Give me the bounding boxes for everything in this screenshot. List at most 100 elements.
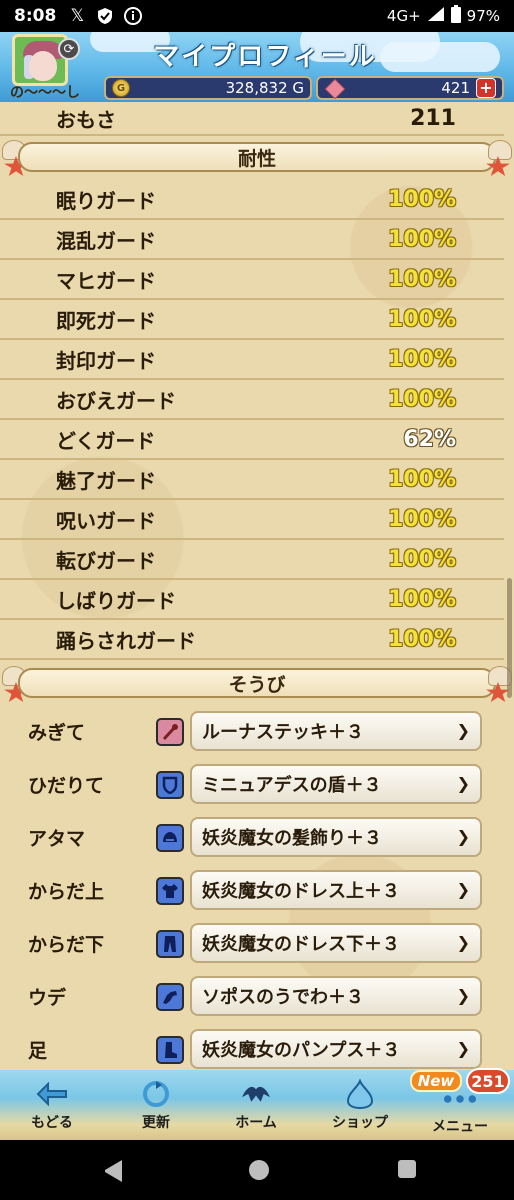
bottom-nav: もどる 更新 ホーム ショップ メニュー New 251 — [0, 1068, 514, 1140]
add-gems-button[interactable]: + — [476, 78, 496, 98]
nav-label: メニュー — [432, 1119, 488, 1135]
resistance-row: 混乱ガード 100% — [0, 220, 504, 260]
weight-row: おもさ 211 — [0, 102, 504, 136]
equipment-row: 足 妖炎魔女のパンプス＋３ ❯ — [0, 1024, 514, 1070]
nav-home[interactable]: ホーム — [206, 1078, 306, 1136]
refresh-icon — [139, 1078, 173, 1110]
equipment-slot-label: ひだりて — [28, 775, 105, 797]
resistance-row: 眠りガード 100% — [0, 180, 504, 220]
network-type: 4G+ — [386, 7, 421, 25]
chevron-right-icon: ❯ — [456, 827, 470, 846]
resistance-value: 100% — [388, 466, 456, 492]
notification-count-badge: 251 — [466, 1068, 510, 1094]
equipment-item-button[interactable]: 妖炎魔女のパンプス＋３ ❯ — [190, 1029, 482, 1069]
equipment-slot-label: みぎて — [28, 722, 86, 744]
new-badge: New — [410, 1070, 462, 1092]
resistance-row: どくガード 62% — [0, 420, 504, 460]
equipment-item-name: 妖炎魔女のドレス下＋３ — [202, 934, 400, 955]
equipment-slot-label: ウデ — [28, 987, 67, 1009]
equipment-section-header: そうび — [0, 662, 514, 704]
resistance-row: 呪いガード 100% — [0, 500, 504, 540]
resistance-row: 封印ガード 100% — [0, 340, 504, 380]
nav-shop[interactable]: ショップ — [310, 1078, 410, 1136]
resistance-value: 100% — [388, 306, 456, 332]
sync-icon[interactable]: ⟳ — [58, 38, 80, 60]
battery-level: 97% — [466, 7, 500, 25]
equipment-item-button[interactable]: 妖炎魔女のドレス下＋３ ❯ — [190, 923, 482, 963]
chevron-right-icon: ❯ — [456, 721, 470, 740]
resistance-label: 踊らされガード — [56, 628, 196, 653]
gold-value: 328,832 G — [225, 79, 304, 97]
equipment-item-button[interactable]: ミニュアデスの盾＋３ ❯ — [190, 764, 482, 804]
resistance-value: 100% — [388, 626, 456, 652]
system-recents-icon[interactable] — [398, 1160, 416, 1178]
resistance-row: 転びガード 100% — [0, 540, 504, 580]
resistance-label: おびえガード — [56, 388, 176, 413]
resistance-label: 転びガード — [56, 548, 156, 573]
chevron-right-icon: ❯ — [456, 774, 470, 793]
resistance-title: 耐性 — [18, 142, 496, 172]
resistance-value: 62% — [403, 426, 456, 452]
equipment-row: からだ下 妖炎魔女のドレス下＋３ ❯ — [0, 918, 514, 970]
back-arrow-icon — [35, 1078, 69, 1110]
resistance-label: しばりガード — [56, 588, 176, 613]
equipment-item-button[interactable]: 妖炎魔女の髪飾り＋３ ❯ — [190, 817, 482, 857]
equipment-slot-label: からだ上 — [28, 881, 105, 903]
nav-label: ホーム — [235, 1115, 277, 1131]
info-icon — [122, 5, 144, 27]
resistance-label: 魅了ガード — [56, 468, 156, 493]
equipment-item-name: 妖炎魔女の髪飾り＋３ — [202, 828, 382, 849]
pants-icon — [156, 930, 184, 958]
equipment-item-button[interactable]: ルーナステッキ＋３ ❯ — [190, 711, 482, 751]
boot-icon — [156, 1036, 184, 1064]
x-app-icon: 𝕏 — [70, 6, 85, 26]
nav-label: 更新 — [142, 1115, 170, 1131]
resistance-value: 100% — [388, 546, 456, 572]
weight-value: 211 — [410, 105, 456, 131]
nav-label: もどる — [31, 1115, 73, 1131]
resistance-value: 100% — [388, 386, 456, 412]
resistance-value: 100% — [388, 506, 456, 532]
profile-content[interactable]: おもさ 211 耐性 眠りガード 100% 混乱ガード 100% マヒガード 1… — [0, 102, 514, 1070]
resistance-row: 魅了ガード 100% — [0, 460, 504, 500]
resistance-value: 100% — [388, 226, 456, 252]
system-home-icon[interactable] — [249, 1160, 269, 1180]
chevron-right-icon: ❯ — [456, 933, 470, 952]
resistance-row: 即死ガード 100% — [0, 300, 504, 340]
nav-back[interactable]: もどる — [2, 1078, 102, 1136]
resistance-label: 即死ガード — [56, 308, 156, 333]
resistance-label: 眠りガード — [56, 188, 156, 213]
resistance-label: 封印ガード — [56, 348, 156, 373]
signal-icon — [427, 6, 445, 26]
gem-icon — [324, 80, 344, 96]
equipment-item-button[interactable]: 妖炎魔女のドレス上＋３ ❯ — [190, 870, 482, 910]
equipment-item-name: ルーナステッキ＋３ — [202, 722, 364, 743]
resistance-row: マヒガード 100% — [0, 260, 504, 300]
resistance-row: おびえガード 100% — [0, 380, 504, 420]
shield-icon — [156, 771, 184, 799]
shirt-icon — [156, 877, 184, 905]
equipment-slot-label: からだ下 — [28, 934, 105, 956]
resistance-value: 100% — [388, 586, 456, 612]
resistance-row: 踊らされガード 100% — [0, 620, 504, 660]
chevron-right-icon: ❯ — [456, 1039, 470, 1058]
page-title: マイプロフィール — [153, 42, 377, 72]
system-nav-bar — [0, 1140, 514, 1200]
equipment-item-button[interactable]: ソポスのうでわ＋３ ❯ — [190, 976, 482, 1016]
resistance-label: マヒガード — [56, 268, 156, 293]
scrollbar[interactable] — [507, 578, 512, 698]
resistance-label: 呪いガード — [56, 508, 156, 533]
equipment-row: みぎて ルーナステッキ＋３ ❯ — [0, 706, 514, 758]
system-back-icon[interactable] — [100, 1160, 122, 1182]
equipment-row: アタマ 妖炎魔女の髪飾り＋３ ❯ — [0, 812, 514, 864]
shield-check-icon — [94, 5, 116, 27]
home-dragon-icon — [239, 1078, 273, 1110]
nav-refresh[interactable]: 更新 — [106, 1078, 206, 1136]
helmet-icon — [156, 824, 184, 852]
gem-counter: 421 + — [316, 76, 504, 100]
resistance-row: しばりガード 100% — [0, 580, 504, 620]
arm-icon — [156, 983, 184, 1011]
equipment-item-name: ソポスのうでわ＋３ — [202, 987, 364, 1008]
equipment-row: ウデ ソポスのうでわ＋３ ❯ — [0, 971, 514, 1023]
username: の〜〜〜し — [10, 85, 80, 101]
